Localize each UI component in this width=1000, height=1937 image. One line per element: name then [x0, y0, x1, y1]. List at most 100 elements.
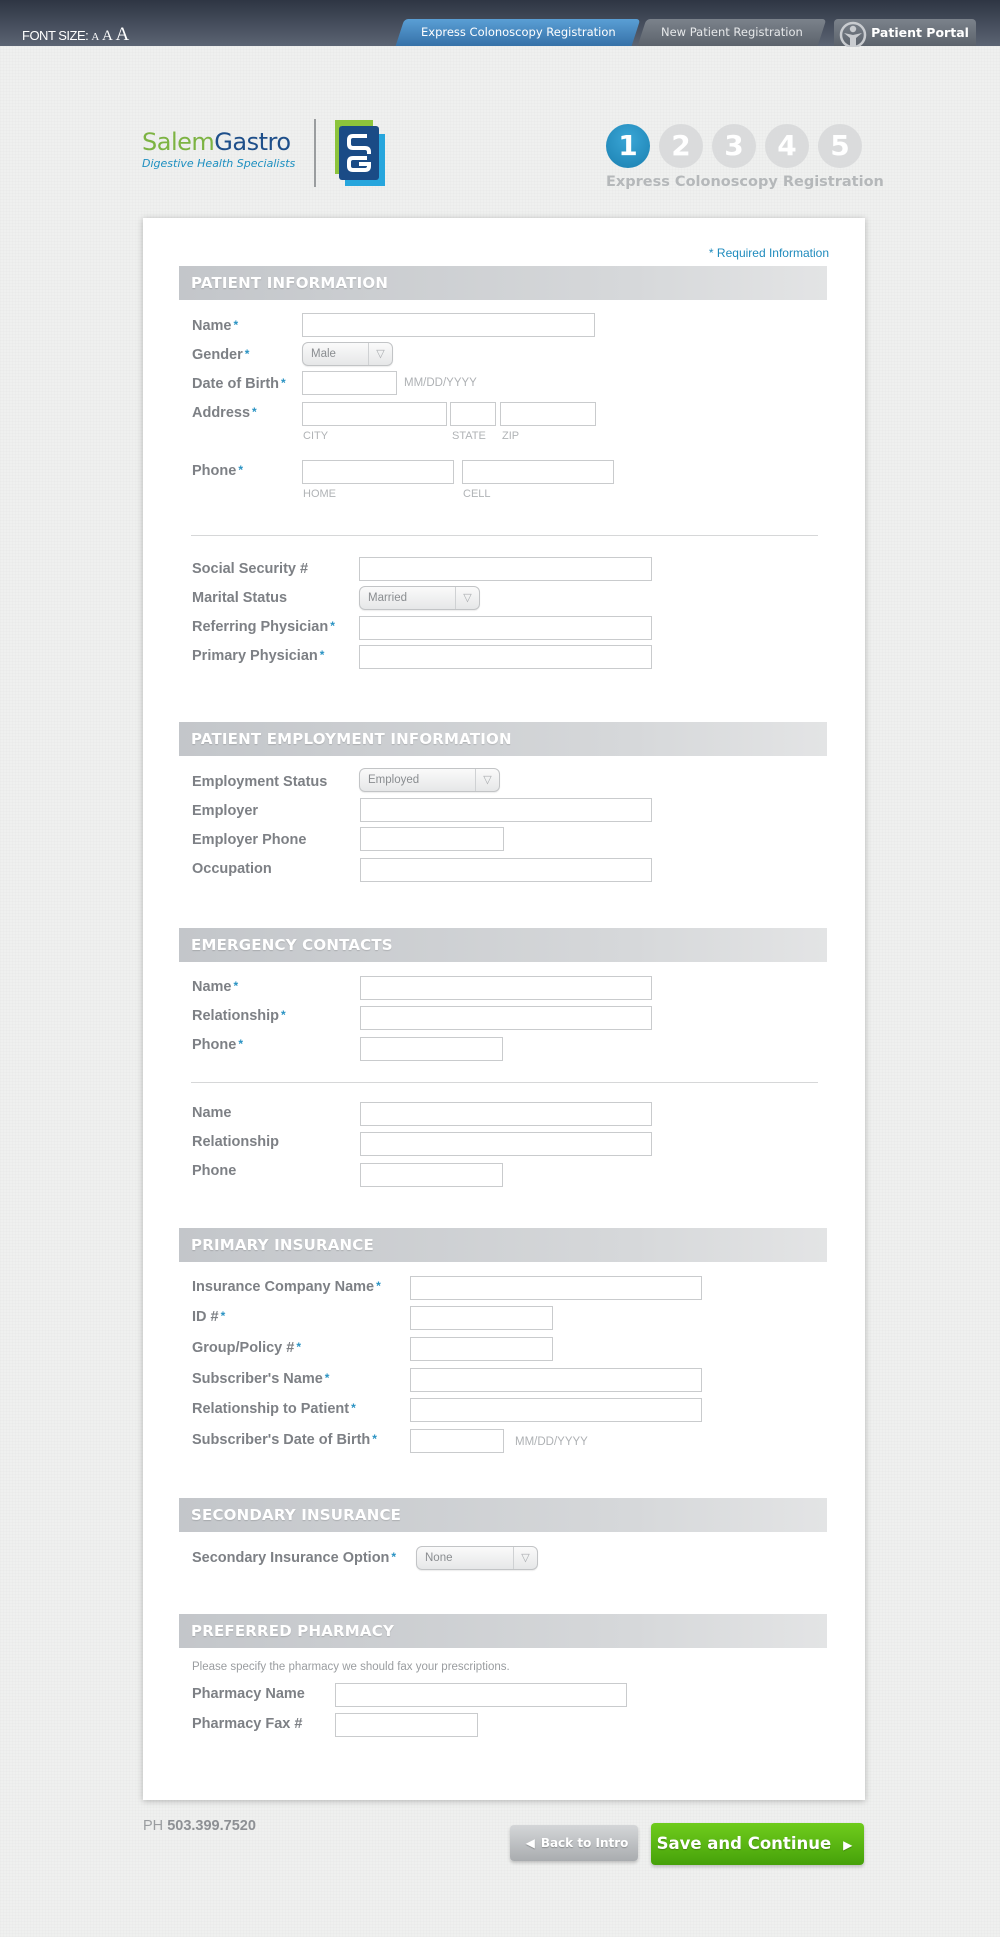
- employment-status-select[interactable]: Employed ▽: [359, 768, 500, 792]
- font-size-control: FONT SIZE: A A A: [22, 24, 129, 46]
- step-5: 5: [818, 124, 862, 168]
- marital-status-label: Marital Status: [192, 590, 288, 606]
- required-marker: *: [330, 619, 335, 633]
- phone-label: Phone *: [192, 463, 243, 479]
- required-marker: *: [252, 405, 257, 419]
- font-size-medium-button[interactable]: A: [102, 28, 113, 44]
- pharmacy-fax-label: Pharmacy Fax #: [192, 1716, 303, 1732]
- occupation-input[interactable]: [360, 858, 652, 882]
- label-text: Phone: [192, 1037, 237, 1053]
- tab-express-colonoscopy-registration[interactable]: Express Colonoscopy Registration: [395, 19, 641, 46]
- name-label: Name *: [192, 318, 238, 334]
- cell-phone-input[interactable]: [462, 460, 614, 484]
- label-text: Phone: [192, 463, 237, 479]
- state-input[interactable]: [450, 402, 496, 426]
- marital-status-value: Married: [368, 592, 407, 604]
- font-size-large-button[interactable]: A: [115, 24, 129, 45]
- referring-physician-label: Referring Physician *: [192, 619, 335, 635]
- emergency-name-label: Name *: [192, 979, 238, 995]
- employer-phone-label: Employer Phone: [192, 832, 307, 848]
- pharmacy-fax-input[interactable]: [335, 1713, 478, 1737]
- required-marker: *: [319, 648, 325, 662]
- dob-label: Date of Birth *: [192, 376, 286, 392]
- gender-select[interactable]: Male ▽: [302, 342, 393, 366]
- home-phone-input[interactable]: [302, 460, 454, 484]
- brand-logo[interactable]: SalemGastro Digestive Health Specialists: [142, 128, 295, 170]
- pharmacy-note: Please specify the pharmacy we should fa…: [192, 1661, 510, 1673]
- insurance-id-label: ID # *: [192, 1309, 225, 1325]
- tab-patient-portal[interactable]: Patient Portal: [834, 19, 976, 47]
- required-marker: *: [324, 1371, 330, 1385]
- required-info-note: * Required Information: [708, 246, 829, 260]
- insurance-company-input[interactable]: [410, 1276, 702, 1300]
- pharmacy-name-label: Pharmacy Name: [192, 1686, 305, 1702]
- employer-input[interactable]: [360, 798, 652, 822]
- group-policy-input[interactable]: [410, 1337, 553, 1361]
- state-sublabel: STATE: [452, 430, 486, 442]
- chevron-left-icon: ◀: [525, 1836, 535, 1850]
- back-to-intro-button[interactable]: ◀ Back to Intro: [510, 1825, 638, 1861]
- section-header-employment: PATIENT EMPLOYMENT INFORMATION: [179, 722, 827, 756]
- font-size-label: FONT SIZE:: [22, 28, 89, 43]
- subscriber-dob-input[interactable]: [410, 1429, 504, 1453]
- pharmacy-name-input[interactable]: [335, 1683, 627, 1707]
- tab-new-patient-registration[interactable]: New Patient Registration: [637, 19, 827, 46]
- referring-physician-input[interactable]: [359, 616, 652, 640]
- dropdown-arrow-icon: ▽: [455, 587, 479, 609]
- employer-phone-input[interactable]: [360, 827, 504, 851]
- font-size-small-button[interactable]: A: [91, 31, 99, 43]
- primary-physician-input[interactable]: [359, 645, 652, 669]
- section-header-preferred-pharmacy: PREFERRED PHARMACY: [179, 1614, 827, 1648]
- label-text: Date of Birth: [192, 376, 279, 392]
- registration-form: * Required Information PATIENT INFORMATI…: [143, 218, 865, 1800]
- emergency-phone-label: Phone *: [192, 1037, 243, 1053]
- label-text: Relationship to Patient: [192, 1401, 350, 1417]
- name-input[interactable]: [302, 313, 595, 337]
- save-and-continue-button[interactable]: Save and Continue ▶: [651, 1823, 864, 1865]
- label-text: Group/Policy #: [192, 1340, 295, 1356]
- dob-input[interactable]: [302, 371, 397, 395]
- step-3: 3: [712, 124, 756, 168]
- emergency-name-input[interactable]: [360, 976, 652, 1000]
- relationship-to-patient-input[interactable]: [410, 1398, 702, 1422]
- sg-logo-mark-icon: [335, 120, 385, 186]
- emergency-relationship-label: Relationship *: [192, 1008, 286, 1024]
- section-header-primary-insurance: PRIMARY INSURANCE: [179, 1228, 827, 1262]
- emergency2-name-input[interactable]: [360, 1102, 652, 1126]
- marital-status-select[interactable]: Married ▽: [359, 586, 480, 610]
- phone-number: 503.399.7520: [167, 1818, 256, 1834]
- emergency2-phone-input[interactable]: [360, 1163, 503, 1187]
- divider: [191, 1082, 818, 1083]
- secondary-insurance-value: None: [425, 1552, 453, 1564]
- label-text: Subscriber's Date of Birth: [192, 1432, 371, 1448]
- required-marker: *: [233, 979, 239, 993]
- step-2: 2: [659, 124, 703, 168]
- step-1: 1: [606, 124, 650, 168]
- home-sublabel: HOME: [303, 488, 336, 500]
- label-text: Primary Physician: [192, 648, 318, 664]
- secondary-insurance-select[interactable]: None ▽: [416, 1546, 538, 1570]
- button-label: Back to Intro: [540, 1836, 629, 1850]
- brand-name-gastro: Gastro: [214, 128, 291, 156]
- required-marker: *: [220, 1309, 226, 1323]
- emergency2-relationship-input[interactable]: [360, 1132, 652, 1156]
- ssn-label: Social Security #: [192, 561, 309, 577]
- subscriber-name-input[interactable]: [410, 1368, 702, 1392]
- label-text: Insurance Company Name: [192, 1279, 375, 1295]
- required-marker: *: [244, 347, 250, 361]
- zip-input[interactable]: [500, 402, 596, 426]
- label-text: Address: [192, 405, 251, 421]
- portal-person-icon: [839, 21, 867, 47]
- emergency2-name-label: Name: [192, 1105, 232, 1121]
- employer-label: Employer: [192, 803, 259, 819]
- insurance-id-input[interactable]: [410, 1306, 553, 1330]
- top-bar: FONT SIZE: A A A Express Colonoscopy Reg…: [0, 0, 1000, 47]
- city-input[interactable]: [302, 402, 447, 426]
- tab-label: Patient Portal: [871, 25, 969, 40]
- ssn-input[interactable]: [359, 557, 652, 581]
- zip-sublabel: ZIP: [502, 430, 520, 442]
- emergency-relationship-input[interactable]: [360, 1006, 652, 1030]
- emergency-phone-input[interactable]: [360, 1037, 503, 1061]
- required-marker: *: [281, 376, 286, 390]
- required-marker: *: [372, 1432, 377, 1446]
